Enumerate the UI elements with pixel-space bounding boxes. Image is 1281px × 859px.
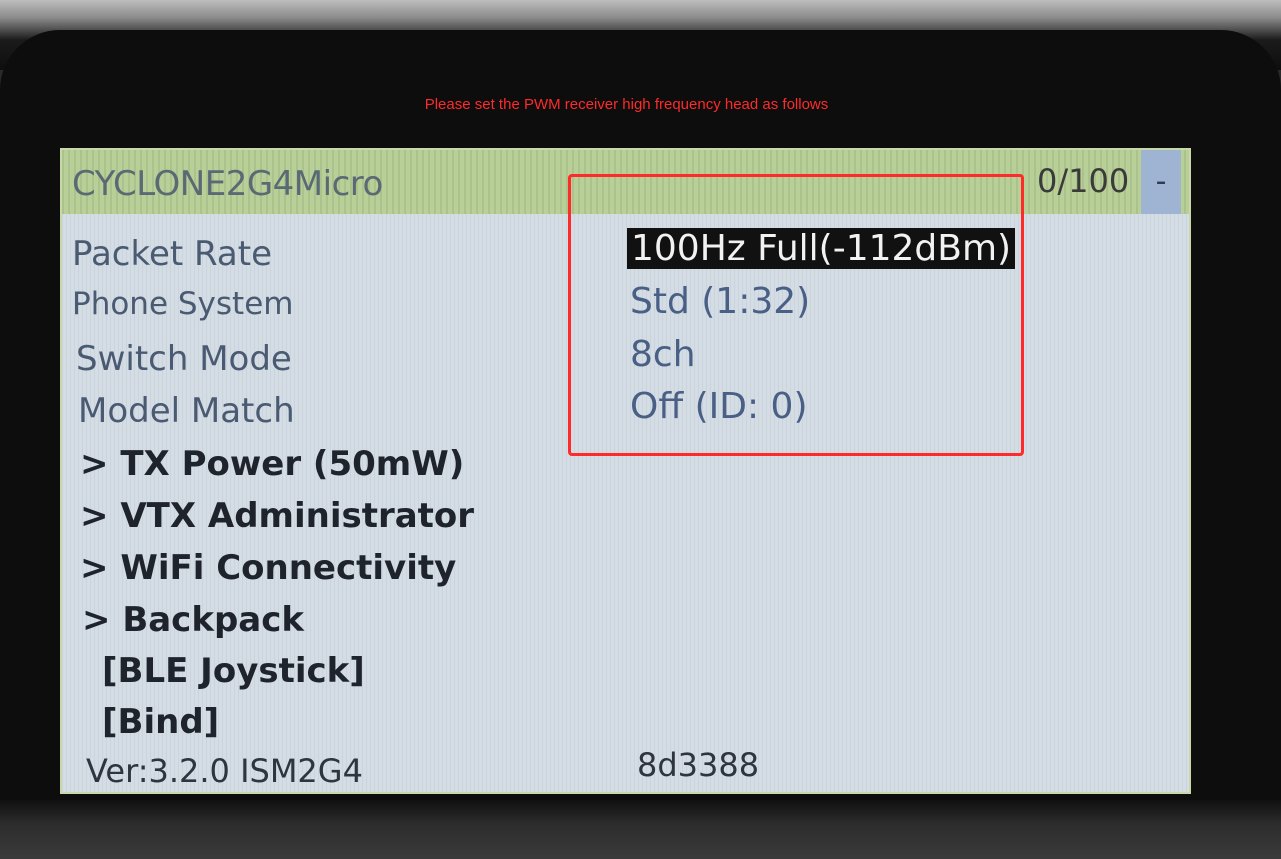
device-bottom-bezel [0, 800, 1281, 859]
firmware-hash: 8d3388 [637, 746, 760, 784]
setting-label-model-match[interactable]: Model Match [78, 391, 295, 431]
page-counter: 0/100 [1037, 162, 1130, 200]
action-ble-joystick[interactable]: [BLE Joystick] [102, 651, 365, 691]
annotation-highlight-box [568, 174, 1024, 456]
action-bind[interactable]: [Bind] [102, 702, 219, 742]
instruction-caption: Please set the PWM receiver high frequen… [424, 96, 829, 113]
submenu-wifi-connectivity[interactable]: > WiFi Connectivity [80, 548, 456, 588]
setting-label-packet-rate[interactable]: Packet Rate [72, 234, 272, 274]
setting-label-switch-mode[interactable]: Switch Mode [76, 339, 292, 379]
setting-label-phone-system[interactable]: Phone System [72, 286, 293, 322]
submenu-vtx-administrator[interactable]: > VTX Administrator [80, 496, 474, 536]
device-name: CYCLONE2G4Micro [72, 164, 383, 204]
firmware-version: Ver:3.2.0 ISM2G4 [86, 752, 363, 790]
submenu-tx-power[interactable]: > TX Power (50mW) [80, 444, 464, 484]
minus-button[interactable]: - [1141, 150, 1181, 214]
submenu-backpack[interactable]: > Backpack [82, 600, 304, 640]
